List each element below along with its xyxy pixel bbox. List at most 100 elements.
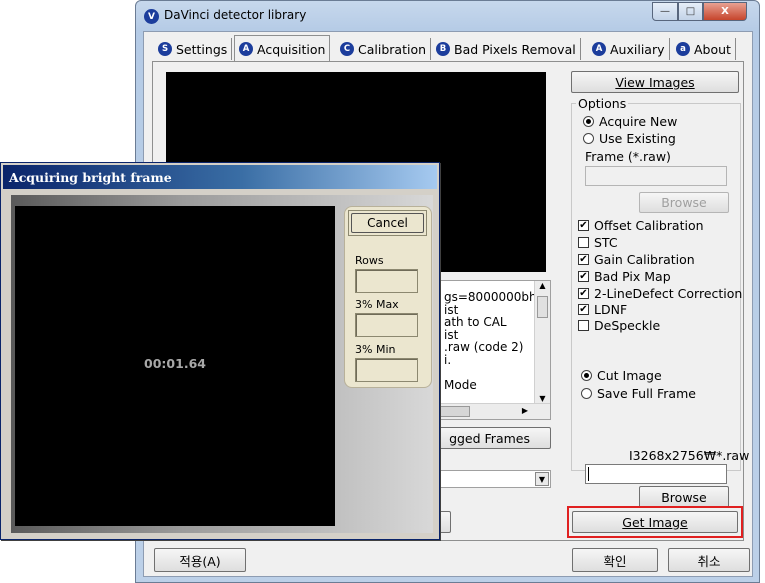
radio-dot bbox=[583, 133, 594, 144]
minimize-button[interactable]: — bbox=[652, 2, 678, 21]
checkbox-label: 2-LineDefect Correction bbox=[594, 286, 743, 301]
view-images-button[interactable]: View Images bbox=[571, 71, 739, 93]
use-existing-radio[interactable]: Use Existing bbox=[583, 131, 676, 146]
auxiliary-tab-icon: A bbox=[592, 42, 606, 56]
close-icon: X bbox=[721, 6, 729, 17]
browse-frame-button: Browse bbox=[639, 192, 729, 213]
despeckle-checkbox[interactable]: DeSpeckle bbox=[578, 317, 742, 334]
window-title: DaVinci detector library bbox=[164, 8, 307, 22]
radio-dot bbox=[581, 370, 592, 381]
checkbox-label: LDNF bbox=[594, 302, 628, 317]
scroll-down-icon[interactable]: ▼ bbox=[535, 394, 550, 403]
checkbox-box: ✔ bbox=[578, 287, 589, 299]
log-vscrollbar[interactable]: ▲ ▼ bbox=[534, 281, 550, 405]
minimize-icon: — bbox=[660, 6, 670, 17]
min-field bbox=[355, 358, 418, 382]
ok-button[interactable]: 확인 bbox=[572, 548, 658, 572]
line-defect-checkbox[interactable]: ✔ 2-LineDefect Correction bbox=[578, 285, 742, 302]
tab-about[interactable]: a About bbox=[672, 38, 736, 60]
tab-label: Calibration bbox=[358, 41, 427, 57]
maximize-button[interactable]: □ bbox=[678, 2, 703, 21]
tab-acquisition[interactable]: A Acquisition bbox=[234, 35, 331, 62]
radio-label: Use Existing bbox=[599, 131, 676, 146]
log-text: gs=8000000bh ( ist ath to CAL ist .raw (… bbox=[444, 291, 545, 391]
log-line: i. bbox=[444, 352, 452, 367]
gain-calibration-checkbox[interactable]: ✔ Gain Calibration bbox=[578, 251, 742, 268]
frame-path-field[interactable] bbox=[585, 166, 727, 186]
radio-dot bbox=[581, 388, 592, 399]
tab-settings[interactable]: S Settings bbox=[154, 38, 233, 60]
log-line: .raw (code 2) bbox=[444, 340, 524, 354]
frame-label: Frame (*.raw) bbox=[585, 149, 671, 164]
apply-button[interactable]: 적용(A) bbox=[154, 548, 246, 572]
settings-tab-icon: S bbox=[158, 42, 172, 56]
options-label: Options bbox=[576, 96, 629, 111]
file-pattern-label: I3268x2756₩*.raw bbox=[629, 448, 750, 463]
log-hscrollbar[interactable]: ▶ bbox=[434, 403, 550, 419]
checkbox-label: Bad Pix Map bbox=[594, 269, 671, 284]
acquire-new-radio[interactable]: Acquire New bbox=[583, 114, 677, 129]
browse-button[interactable]: Browse bbox=[639, 486, 729, 508]
bad-pix-map-checkbox[interactable]: ✔ Bad Pix Map bbox=[578, 268, 742, 285]
min-label: 3% Min bbox=[355, 343, 396, 356]
checkbox-box bbox=[578, 237, 589, 248]
calibration-tab-icon: C bbox=[340, 42, 354, 56]
cancel-bottom-button[interactable]: 취소 bbox=[668, 548, 750, 572]
checkbox-label: Offset Calibration bbox=[594, 218, 704, 233]
tab-label: Auxiliary bbox=[610, 41, 665, 57]
radio-dot bbox=[583, 116, 594, 127]
checkbox-box: ✔ bbox=[578, 253, 589, 265]
log-line: gs=8000000bh ( bbox=[444, 290, 546, 304]
get-image-button[interactable]: Get Image bbox=[572, 511, 738, 533]
rows-field bbox=[355, 269, 418, 293]
close-button[interactable]: X bbox=[703, 2, 747, 21]
tab-calibration[interactable]: C Calibration bbox=[336, 38, 432, 60]
elapsed-timer: 00:01.64 bbox=[144, 356, 206, 371]
dialog-cancel-button[interactable]: Cancel bbox=[351, 213, 424, 233]
log-line: ath to CAL bbox=[444, 315, 507, 329]
about-tab-icon: a bbox=[676, 42, 690, 56]
tab-label: Settings bbox=[176, 41, 228, 57]
save-path-field[interactable] bbox=[585, 464, 727, 484]
text-cursor bbox=[588, 467, 589, 481]
checkbox-box: ✔ bbox=[578, 219, 589, 231]
log-listbox[interactable]: gs=8000000bh ( ist ath to CAL ist .raw (… bbox=[433, 280, 551, 420]
stc-checkbox[interactable]: STC bbox=[578, 234, 742, 251]
dialog-side-panel: Cancel Rows 3% Max 3% Min bbox=[344, 206, 432, 388]
mode-dropdown[interactable]: ▼ bbox=[433, 470, 551, 488]
max-label: 3% Max bbox=[355, 298, 399, 311]
log-line: Mode bbox=[444, 377, 477, 392]
save-full-frame-radio[interactable]: Save Full Frame bbox=[581, 386, 696, 401]
tab-auxiliary[interactable]: A Auxiliary bbox=[588, 38, 670, 60]
rows-label: Rows bbox=[355, 254, 384, 267]
checkbox-label: Gain Calibration bbox=[594, 252, 695, 267]
app-icon: V bbox=[144, 9, 159, 24]
tab-bad-pixels-removal[interactable]: B Bad Pixels Removal bbox=[432, 38, 581, 60]
flagged-frames-button[interactable]: gged Frames bbox=[433, 427, 551, 449]
tab-label: About bbox=[694, 41, 731, 57]
ldnf-checkbox[interactable]: ✔ LDNF bbox=[578, 302, 742, 317]
checkbox-box: ✔ bbox=[578, 270, 589, 282]
maximize-icon: □ bbox=[685, 6, 696, 17]
scroll-up-icon[interactable]: ▲ bbox=[535, 281, 550, 290]
checkbox-box bbox=[578, 320, 589, 331]
dialog-titlebar: Acquiring bright frame bbox=[3, 165, 437, 189]
scroll-thumb[interactable] bbox=[537, 296, 548, 318]
tab-label: Bad Pixels Removal bbox=[454, 41, 576, 57]
acquisition-preview: 00:01.64 bbox=[15, 206, 335, 526]
calibration-checkbox-list: ✔ Offset Calibration STC ✔ Gain Calibratio… bbox=[578, 217, 742, 334]
chevron-down-icon[interactable]: ▼ bbox=[535, 472, 549, 486]
acquisition-tab-icon: A bbox=[239, 42, 253, 56]
radio-label: Save Full Frame bbox=[597, 386, 696, 401]
max-field bbox=[355, 313, 418, 337]
scroll-right-icon[interactable]: ▶ bbox=[522, 406, 528, 415]
dialog-title: Acquiring bright frame bbox=[9, 169, 172, 185]
cut-image-radio[interactable]: Cut Image bbox=[581, 368, 662, 383]
checkbox-box: ✔ bbox=[578, 303, 589, 315]
offset-calibration-checkbox[interactable]: ✔ Offset Calibration bbox=[578, 217, 742, 234]
tab-label: Acquisition bbox=[257, 41, 326, 57]
radio-label: Acquire New bbox=[599, 114, 678, 129]
checkbox-label: DeSpeckle bbox=[594, 318, 661, 333]
checkbox-label: STC bbox=[594, 235, 618, 250]
